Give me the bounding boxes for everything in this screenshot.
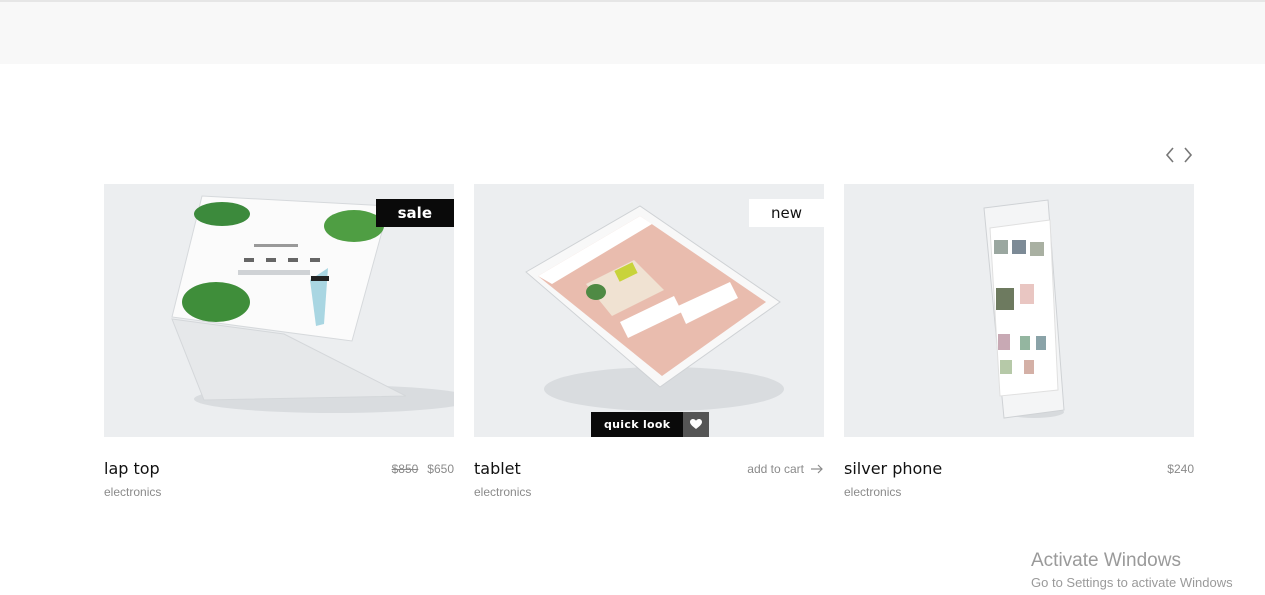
watermark-title: Activate Windows	[1031, 550, 1181, 571]
activate-windows-watermark: Activate Windows Go to Settings to activ…	[1031, 549, 1233, 592]
product-price: $240	[1167, 462, 1194, 476]
product-card-phone[interactable]: silver phone $240 electronics	[844, 184, 1194, 499]
product-image-phone[interactable]	[844, 184, 1194, 437]
watermark-subtitle: Go to Settings to activate Windows	[1031, 575, 1233, 590]
product-card-tablet[interactable]: new quick look tablet add to cart electr…	[474, 184, 824, 499]
product-category[interactable]: electronics	[104, 485, 161, 499]
product-image-tablet[interactable]: new quick look	[474, 184, 824, 437]
current-price: $240	[1167, 462, 1194, 476]
top-header-bar	[0, 0, 1265, 64]
add-to-cart-link[interactable]: add to cart	[747, 462, 824, 476]
product-name[interactable]: silver phone	[844, 459, 942, 478]
old-price: $850	[391, 462, 419, 476]
product-name[interactable]: lap top	[104, 459, 160, 478]
sale-badge: sale	[375, 199, 454, 227]
current-price: $650	[427, 462, 454, 476]
add-to-cart-label: add to cart	[747, 462, 804, 476]
product-name[interactable]: tablet	[474, 459, 521, 478]
arrow-right-icon	[811, 464, 823, 474]
product-image-laptop[interactable]: sale	[104, 184, 454, 437]
product-price: $850 $650	[392, 462, 454, 476]
product-category[interactable]: electronics	[474, 485, 531, 499]
phone-mockup	[844, 184, 1194, 437]
product-category[interactable]: electronics	[844, 485, 901, 499]
chevron-right-icon[interactable]	[1181, 144, 1195, 166]
new-badge: new	[748, 199, 824, 227]
carousel-nav	[1163, 144, 1195, 166]
heart-icon[interactable]	[683, 412, 710, 437]
quick-look-button[interactable]: quick look	[591, 412, 684, 437]
chevron-left-icon[interactable]	[1163, 144, 1177, 166]
product-card-laptop[interactable]: sale lap top $850 $650 electronics	[104, 184, 454, 499]
quick-look-bar: quick look	[591, 412, 710, 437]
